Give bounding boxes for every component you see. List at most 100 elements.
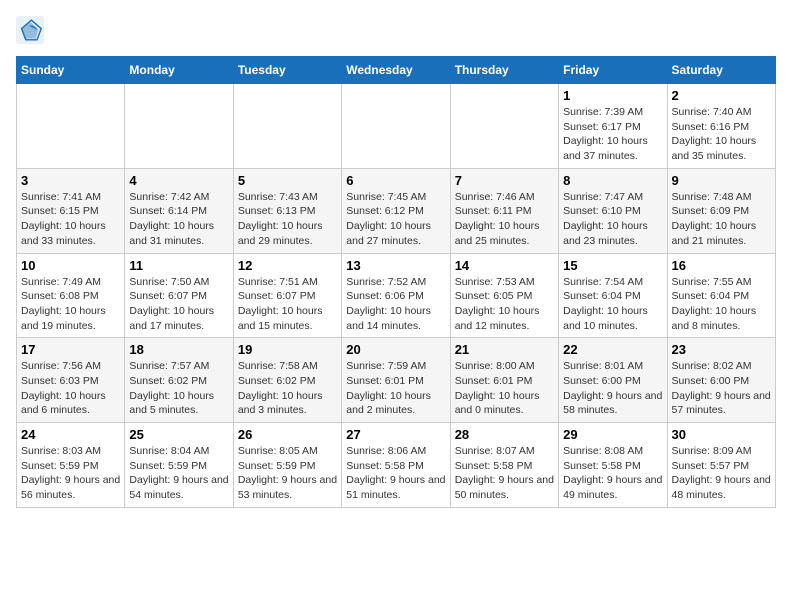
day-info: Sunrise: 7:48 AMSunset: 6:09 PMDaylight:… bbox=[672, 190, 771, 249]
day-cell: 7 Sunrise: 7:46 AMSunset: 6:11 PMDaylight… bbox=[450, 168, 558, 253]
day-cell: 4Sunrise: 7:42 AMSunset: 6:14 PMDaylight… bbox=[125, 168, 233, 253]
day-info: Sunrise: 7:43 AMSunset: 6:13 PMDaylight:… bbox=[238, 190, 337, 249]
day-cell: 8 Sunrise: 7:47 AMSunset: 6:10 PMDaylight… bbox=[559, 168, 667, 253]
day-info: Sunrise: 8:07 AMSunset: 5:58 PMDaylight:… bbox=[455, 444, 554, 503]
calendar-header-row: SundayMondayTuesdayWednesdayThursdayFrid… bbox=[17, 57, 776, 84]
day-info: Sunrise: 7:56 AMSunset: 6:03 PMDaylight:… bbox=[21, 359, 120, 418]
day-cell: 2 Sunrise: 7:40 AMSunset: 6:16 PMDaylight… bbox=[667, 84, 775, 169]
day-info: Sunrise: 8:09 AMSunset: 5:57 PMDaylight:… bbox=[672, 444, 771, 503]
day-info: Sunrise: 7:50 AMSunset: 6:07 PMDaylight:… bbox=[129, 275, 228, 334]
day-cell: 5 Sunrise: 7:43 AMSunset: 6:13 PMDaylight… bbox=[233, 168, 341, 253]
day-number: 10 bbox=[21, 258, 120, 273]
day-cell: 12 Sunrise: 7:51 AMSunset: 6:07 PMDayligh… bbox=[233, 253, 341, 338]
day-number: 8 bbox=[563, 173, 662, 188]
day-cell: 24Sunrise: 8:03 AMSunset: 5:59 PMDayligh… bbox=[17, 423, 125, 508]
day-number: 22 bbox=[563, 342, 662, 357]
week-row-5: 24Sunrise: 8:03 AMSunset: 5:59 PMDayligh… bbox=[17, 423, 776, 508]
day-cell: 27 Sunrise: 8:06 AMSunset: 5:58 PMDayligh… bbox=[342, 423, 450, 508]
day-cell: 23 Sunrise: 8:02 AMSunset: 6:00 PMDayligh… bbox=[667, 338, 775, 423]
day-number: 16 bbox=[672, 258, 771, 273]
col-header-saturday: Saturday bbox=[667, 57, 775, 84]
day-info: Sunrise: 7:45 AMSunset: 6:12 PMDaylight:… bbox=[346, 190, 445, 249]
day-cell: 21 Sunrise: 8:00 AMSunset: 6:01 PMDayligh… bbox=[450, 338, 558, 423]
day-info: Sunrise: 7:55 AMSunset: 6:04 PMDaylight:… bbox=[672, 275, 771, 334]
day-number: 19 bbox=[238, 342, 337, 357]
day-info: Sunrise: 8:02 AMSunset: 6:00 PMDaylight:… bbox=[672, 359, 771, 418]
day-cell: 25 Sunrise: 8:04 AMSunset: 5:59 PMDayligh… bbox=[125, 423, 233, 508]
day-cell: 19 Sunrise: 7:58 AMSunset: 6:02 PMDayligh… bbox=[233, 338, 341, 423]
day-number: 14 bbox=[455, 258, 554, 273]
day-number: 23 bbox=[672, 342, 771, 357]
day-cell: 29 Sunrise: 8:08 AMSunset: 5:58 PMDayligh… bbox=[559, 423, 667, 508]
day-info: Sunrise: 7:39 AMSunset: 6:17 PMDaylight:… bbox=[563, 105, 662, 164]
day-info: Sunrise: 7:47 AMSunset: 6:10 PMDaylight:… bbox=[563, 190, 662, 249]
logo bbox=[16, 16, 48, 44]
day-cell: 16 Sunrise: 7:55 AMSunset: 6:04 PMDayligh… bbox=[667, 253, 775, 338]
day-info: Sunrise: 7:41 AMSunset: 6:15 PMDaylight:… bbox=[21, 190, 120, 249]
col-header-sunday: Sunday bbox=[17, 57, 125, 84]
day-number: 18 bbox=[129, 342, 228, 357]
day-number: 29 bbox=[563, 427, 662, 442]
day-number: 11 bbox=[129, 258, 228, 273]
day-info: Sunrise: 7:46 AMSunset: 6:11 PMDaylight:… bbox=[455, 190, 554, 249]
day-number: 12 bbox=[238, 258, 337, 273]
day-info: Sunrise: 8:08 AMSunset: 5:58 PMDaylight:… bbox=[563, 444, 662, 503]
day-number: 1 bbox=[563, 88, 662, 103]
day-cell: 10 Sunrise: 7:49 AMSunset: 6:08 PMDayligh… bbox=[17, 253, 125, 338]
day-info: Sunrise: 8:05 AMSunset: 5:59 PMDaylight:… bbox=[238, 444, 337, 503]
day-info: Sunrise: 7:49 AMSunset: 6:08 PMDaylight:… bbox=[21, 275, 120, 334]
day-number: 3 bbox=[21, 173, 120, 188]
col-header-monday: Monday bbox=[125, 57, 233, 84]
calendar-table: SundayMondayTuesdayWednesdayThursdayFrid… bbox=[16, 56, 776, 508]
day-number: 4 bbox=[129, 173, 228, 188]
day-cell: 14 Sunrise: 7:53 AMSunset: 6:05 PMDayligh… bbox=[450, 253, 558, 338]
day-number: 25 bbox=[129, 427, 228, 442]
day-info: Sunrise: 7:58 AMSunset: 6:02 PMDaylight:… bbox=[238, 359, 337, 418]
day-info: Sunrise: 8:00 AMSunset: 6:01 PMDaylight:… bbox=[455, 359, 554, 418]
day-number: 30 bbox=[672, 427, 771, 442]
day-info: Sunrise: 7:57 AMSunset: 6:02 PMDaylight:… bbox=[129, 359, 228, 418]
day-info: Sunrise: 7:51 AMSunset: 6:07 PMDaylight:… bbox=[238, 275, 337, 334]
day-cell: 20Sunrise: 7:59 AMSunset: 6:01 PMDayligh… bbox=[342, 338, 450, 423]
week-row-2: 3 Sunrise: 7:41 AMSunset: 6:15 PMDaylight… bbox=[17, 168, 776, 253]
day-number: 6 bbox=[346, 173, 445, 188]
col-header-thursday: Thursday bbox=[450, 57, 558, 84]
week-row-4: 17 Sunrise: 7:56 AMSunset: 6:03 PMDayligh… bbox=[17, 338, 776, 423]
day-cell: 26 Sunrise: 8:05 AMSunset: 5:59 PMDayligh… bbox=[233, 423, 341, 508]
day-cell: 18 Sunrise: 7:57 AMSunset: 6:02 PMDayligh… bbox=[125, 338, 233, 423]
day-cell: 3 Sunrise: 7:41 AMSunset: 6:15 PMDaylight… bbox=[17, 168, 125, 253]
day-number: 5 bbox=[238, 173, 337, 188]
day-cell: 28 Sunrise: 8:07 AMSunset: 5:58 PMDayligh… bbox=[450, 423, 558, 508]
week-row-3: 10 Sunrise: 7:49 AMSunset: 6:08 PMDayligh… bbox=[17, 253, 776, 338]
day-number: 17 bbox=[21, 342, 120, 357]
day-cell: 1 Sunrise: 7:39 AMSunset: 6:17 PMDaylight… bbox=[559, 84, 667, 169]
day-cell bbox=[17, 84, 125, 169]
day-number: 7 bbox=[455, 173, 554, 188]
day-number: 2 bbox=[672, 88, 771, 103]
day-cell: 13 Sunrise: 7:52 AMSunset: 6:06 PMDayligh… bbox=[342, 253, 450, 338]
day-info: Sunrise: 7:53 AMSunset: 6:05 PMDaylight:… bbox=[455, 275, 554, 334]
day-number: 13 bbox=[346, 258, 445, 273]
day-info: Sunrise: 8:04 AMSunset: 5:59 PMDaylight:… bbox=[129, 444, 228, 503]
day-number: 21 bbox=[455, 342, 554, 357]
day-info: Sunrise: 7:52 AMSunset: 6:06 PMDaylight:… bbox=[346, 275, 445, 334]
day-info: Sunrise: 7:40 AMSunset: 6:16 PMDaylight:… bbox=[672, 105, 771, 164]
day-cell bbox=[342, 84, 450, 169]
day-number: 27 bbox=[346, 427, 445, 442]
day-info: Sunrise: 8:01 AMSunset: 6:00 PMDaylight:… bbox=[563, 359, 662, 418]
day-number: 24 bbox=[21, 427, 120, 442]
col-header-wednesday: Wednesday bbox=[342, 57, 450, 84]
day-cell bbox=[233, 84, 341, 169]
col-header-friday: Friday bbox=[559, 57, 667, 84]
day-cell: 30 Sunrise: 8:09 AMSunset: 5:57 PMDayligh… bbox=[667, 423, 775, 508]
day-number: 28 bbox=[455, 427, 554, 442]
day-info: Sunrise: 7:59 AMSunset: 6:01 PMDaylight:… bbox=[346, 359, 445, 418]
col-header-tuesday: Tuesday bbox=[233, 57, 341, 84]
day-number: 15 bbox=[563, 258, 662, 273]
day-info: Sunrise: 7:54 AMSunset: 6:04 PMDaylight:… bbox=[563, 275, 662, 334]
week-row-1: 1 Sunrise: 7:39 AMSunset: 6:17 PMDaylight… bbox=[17, 84, 776, 169]
day-number: 26 bbox=[238, 427, 337, 442]
day-cell: 11 Sunrise: 7:50 AMSunset: 6:07 PMDayligh… bbox=[125, 253, 233, 338]
day-cell: 15 Sunrise: 7:54 AMSunset: 6:04 PMDayligh… bbox=[559, 253, 667, 338]
day-info: Sunrise: 8:06 AMSunset: 5:58 PMDaylight:… bbox=[346, 444, 445, 503]
